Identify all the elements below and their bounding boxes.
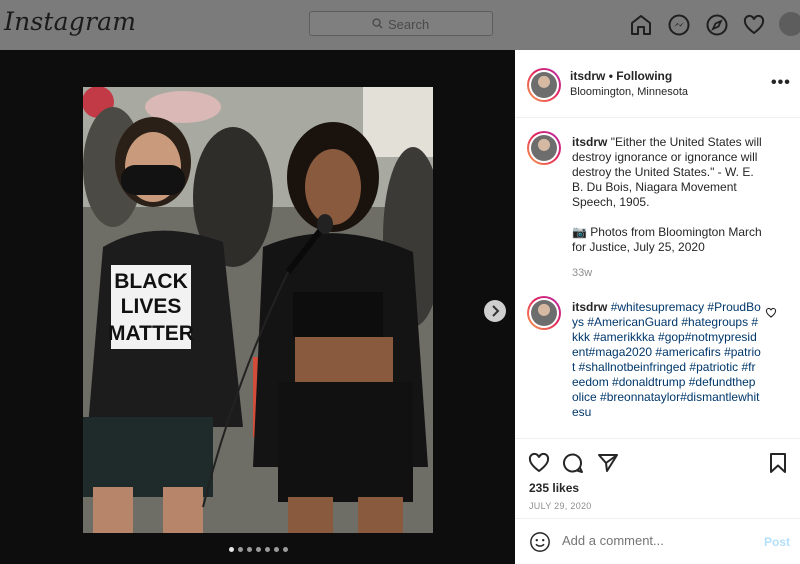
activity-heart-icon[interactable] (742, 13, 766, 37)
save-bookmark-icon[interactable] (767, 451, 789, 475)
search-icon (372, 18, 383, 29)
comments-section: itsdrw "Either the United States will de… (515, 119, 800, 439)
carousel-indicator (229, 547, 288, 552)
carousel-dot (256, 547, 261, 552)
search-box[interactable]: Search (309, 11, 493, 36)
protest-photo-illustration: BLACK LIVES MATTER (83, 87, 433, 533)
comment-hashtags[interactable]: #whitesupremacy #ProudBoys #AmericanGuar… (572, 300, 761, 419)
comment-avatar[interactable] (527, 296, 561, 330)
post-header: itsdrw • Following Bloomington, Minnesot… (515, 50, 800, 118)
comment-like-heart-icon[interactable] (765, 307, 777, 319)
next-photo-button[interactable] (484, 300, 506, 322)
svg-text:MATTER: MATTER (108, 322, 194, 345)
post-comment-button[interactable]: Post (764, 535, 790, 549)
post-details-panel: itsdrw • Following Bloomington, Minnesot… (515, 50, 800, 564)
comment: itsdrw #whitesupremacy #ProudBoys #Ameri… (572, 300, 762, 420)
explore-icon[interactable] (705, 13, 729, 37)
emoji-icon[interactable] (529, 531, 551, 553)
svg-text:BLACK: BLACK (114, 270, 188, 293)
carousel-dot (247, 547, 252, 552)
post-photo[interactable]: BLACK LIVES MATTER (83, 87, 433, 533)
likes-count[interactable]: 235 likes (529, 481, 579, 495)
more-options-icon[interactable]: ••• (771, 74, 791, 92)
author-username[interactable]: itsdrw (570, 69, 605, 83)
like-heart-icon[interactable] (527, 451, 551, 475)
messenger-icon[interactable] (667, 13, 691, 37)
chevron-right-icon (492, 305, 500, 317)
carousel-dot (283, 547, 288, 552)
comment-username[interactable]: itsdrw (572, 300, 607, 314)
caption-age[interactable]: 33w (572, 267, 592, 279)
caption-username[interactable]: itsdrw (572, 135, 607, 149)
carousel-dot (265, 547, 270, 552)
carousel-dot (229, 547, 234, 552)
carousel-dot (238, 547, 243, 552)
location-link[interactable]: Bloomington, Minnesota (570, 86, 688, 98)
top-navigation-bar: Instagram Search (0, 0, 800, 50)
caption-avatar[interactable] (527, 131, 561, 165)
post-date[interactable]: JULY 29, 2020 (529, 501, 592, 511)
caption: itsdrw "Either the United States will de… (572, 135, 762, 210)
home-icon[interactable] (629, 13, 653, 37)
author-avatar[interactable] (527, 68, 561, 102)
following-label[interactable]: • Following (609, 69, 673, 83)
caption-photos-line: 📷 Photos from Bloomington March for Just… (572, 225, 762, 254)
add-comment-input[interactable] (562, 533, 742, 548)
share-paper-plane-icon[interactable] (596, 451, 620, 475)
carousel-dot (274, 547, 279, 552)
post-actions: 235 likes JULY 29, 2020 (515, 438, 800, 518)
comment-bubble-icon[interactable] (561, 451, 585, 475)
instagram-logo[interactable]: Instagram (4, 7, 136, 36)
author-line: itsdrw • Following (570, 69, 672, 83)
search-placeholder: Search (388, 17, 430, 32)
add-comment-bar: Post (515, 518, 800, 564)
profile-avatar[interactable] (779, 12, 800, 36)
svg-text:LIVES: LIVES (121, 295, 182, 318)
